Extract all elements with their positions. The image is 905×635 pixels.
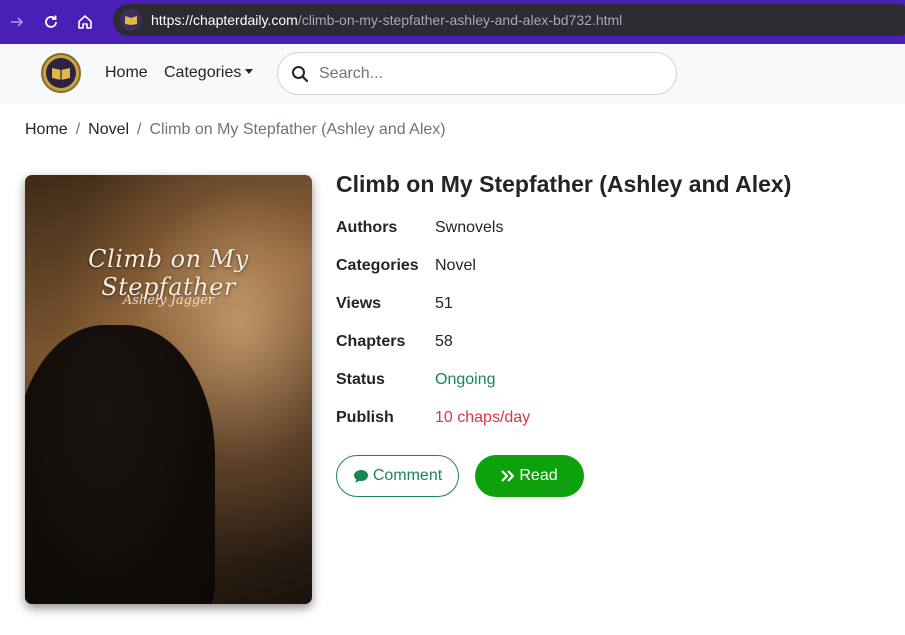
- forward-icon: [11, 17, 24, 27]
- detail-label: Authors: [336, 219, 398, 236]
- home-icon: [78, 15, 92, 29]
- nav-categories-dropdown[interactable]: Categories: [164, 64, 254, 82]
- detail-label: Publish: [336, 409, 394, 426]
- detail-label: Categories: [336, 257, 419, 274]
- detail-row-status: Status Ongoing: [336, 371, 530, 409]
- detail-row-categories: Categories Novel: [336, 257, 530, 295]
- read-button[interactable]: Read: [475, 455, 584, 497]
- detail-label: Views: [336, 295, 382, 312]
- breadcrumb-current: Climb on My Stepfather (Ashley and Alex): [149, 121, 446, 138]
- breadcrumb-separator: /: [137, 121, 142, 138]
- detail-row-publish: Publish 10 chaps/day: [336, 409, 530, 447]
- breadcrumb-novel-link[interactable]: Novel: [88, 121, 129, 139]
- caret-down-icon: [245, 69, 254, 74]
- book-logo-icon: [46, 58, 76, 88]
- status-value: Ongoing: [435, 371, 496, 388]
- url-path: /climb-on-my-stepfather-ashley-and-alex-…: [297, 12, 623, 28]
- book-cover-image: Climb on My Stepfather Ashely Jagger: [25, 175, 312, 604]
- views-value: 51: [435, 295, 453, 312]
- url-text: https://chapterdaily.com/climb-on-my-ste…: [151, 12, 622, 28]
- search-input[interactable]: [319, 64, 659, 83]
- reload-button[interactable]: [34, 5, 68, 39]
- site-navbar: Home Categories: [0, 44, 905, 103]
- browser-toolbar: https://chapterdaily.com/climb-on-my-ste…: [0, 0, 905, 44]
- double-chevron-right-icon: [501, 470, 515, 482]
- comment-label: Comment: [372, 467, 443, 484]
- category-link[interactable]: Novel: [435, 257, 476, 275]
- author-link[interactable]: Swnovels: [435, 219, 503, 237]
- reload-icon: [45, 15, 57, 28]
- breadcrumb: Home / Novel / Climb on My Stepfather (A…: [25, 121, 446, 139]
- address-bar[interactable]: https://chapterdaily.com/climb-on-my-ste…: [113, 4, 905, 36]
- detail-label: Status: [336, 371, 385, 388]
- forward-button[interactable]: [0, 5, 34, 39]
- detail-row-views: Views 51: [336, 295, 530, 333]
- book-details: Authors Swnovels Categories Novel Views …: [336, 219, 530, 447]
- site-logo[interactable]: [41, 53, 81, 93]
- book-title: Climb on My Stepfather (Ashley and Alex): [336, 171, 792, 197]
- detail-row-chapters: Chapters 58: [336, 333, 530, 371]
- site-favicon-icon: [120, 9, 142, 31]
- nav-home-link[interactable]: Home: [105, 64, 148, 82]
- detail-label: Chapters: [336, 333, 406, 350]
- cover-silhouette: [25, 325, 215, 604]
- read-label: Read: [519, 467, 558, 484]
- detail-row-authors: Authors Swnovels: [336, 219, 530, 257]
- publish-value: 10 chaps/day: [435, 409, 531, 426]
- breadcrumb-home-link[interactable]: Home: [25, 121, 68, 139]
- search-icon: [291, 65, 309, 83]
- chapters-value: 58: [435, 333, 453, 350]
- nav-categories-label: Categories: [164, 64, 242, 81]
- home-button[interactable]: [68, 5, 102, 39]
- search-box[interactable]: [277, 52, 677, 95]
- url-host: https://chapterdaily.com: [151, 12, 298, 28]
- breadcrumb-separator: /: [75, 121, 81, 138]
- cover-author-text: Ashely Jagger: [122, 293, 215, 308]
- comment-icon: [353, 469, 369, 484]
- comment-button[interactable]: Comment: [336, 455, 459, 497]
